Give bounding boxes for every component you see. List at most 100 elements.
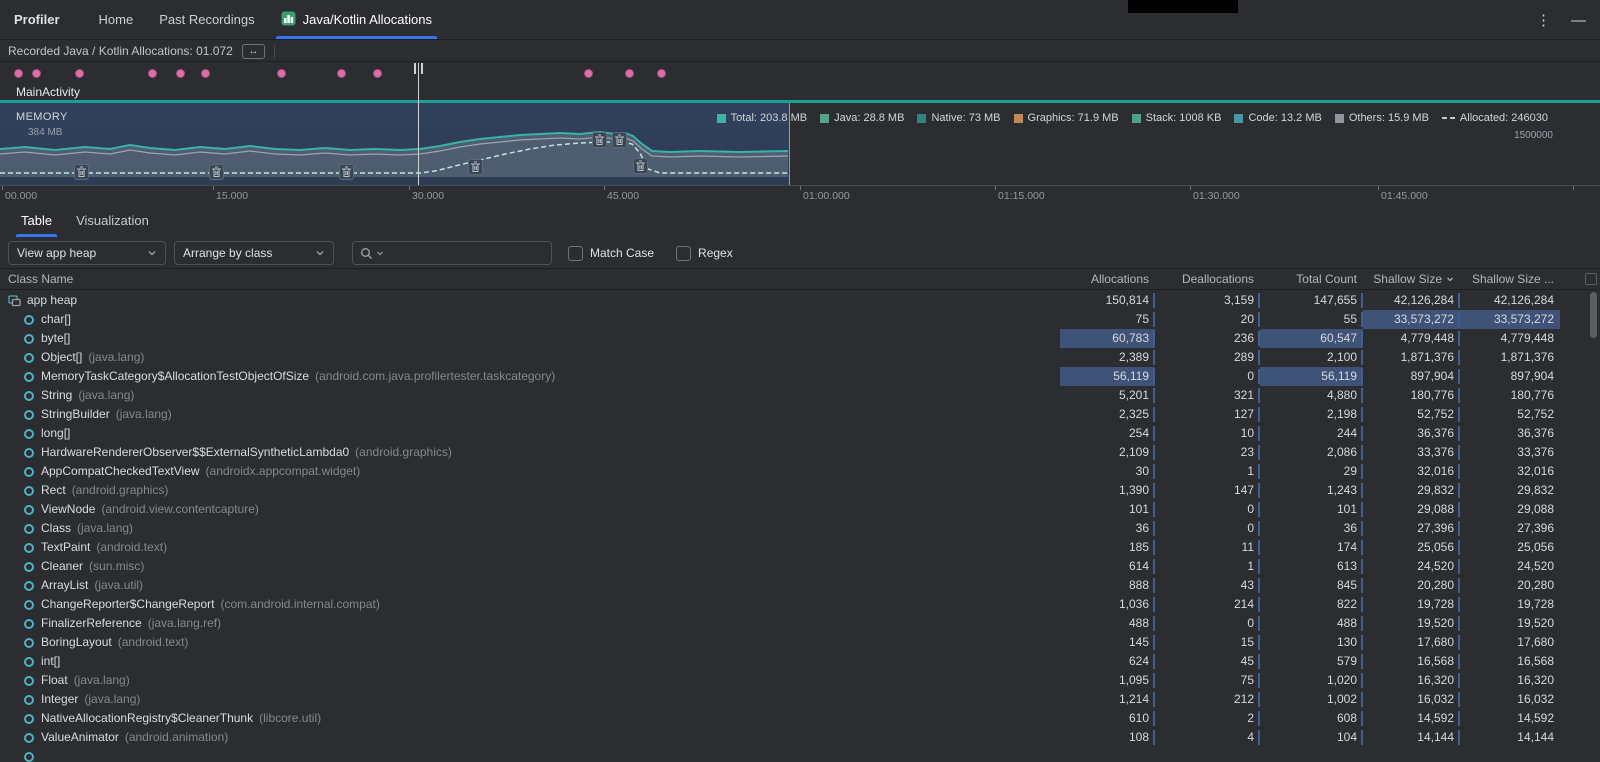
vertical-scrollbar[interactable] [1588,292,1599,758]
table-row[interactable]: AppCompatCheckedTextView(androidx.appcom… [0,462,1600,481]
table-row[interactable]: HardwareRendererObserver$$ExternalSynthe… [0,443,1600,462]
selection-start-line[interactable] [418,63,419,185]
table-row[interactable]: ViewNode(android.view.contentcapture)101… [0,500,1600,519]
tab-past-recordings[interactable]: Past Recordings [146,0,267,39]
table-row[interactable]: byte[]60,78323660,5474,779,4484,779,448 [0,329,1600,348]
column-shallow-size[interactable]: Shallow Size [1363,272,1460,286]
memory-chart[interactable] [0,103,790,185]
table-row[interactable]: StringBuilder(java.lang)2,3251272,19852,… [0,405,1600,424]
class-name-text: app heap [27,291,77,310]
selection-handle[interactable] [414,63,423,74]
view-tab-table[interactable]: Table [10,205,63,237]
scrollbar-thumb[interactable] [1590,292,1597,338]
table-row[interactable]: MemoryTaskCategory$AllocationTestObjectO… [0,367,1600,386]
class-name-text: AppCompatCheckedTextView [41,462,200,481]
table-row[interactable]: Cleaner(sun.misc)614161324,52024,520 [0,557,1600,576]
cell-total-count: 244 [1260,424,1363,443]
event-dot[interactable] [337,69,346,78]
table-row[interactable]: Integer(java.lang)1,2142121,00216,03216,… [0,690,1600,709]
cell-class-name: Class(java.lang) [0,519,1060,538]
table-row[interactable]: FinalizerReference(java.lang.ref)4880488… [0,614,1600,633]
event-dot[interactable] [75,69,84,78]
legend-swatch [1234,114,1243,123]
class-icon [22,447,35,459]
column-shallow-size-2[interactable]: Shallow Size ... [1460,272,1560,286]
class-icon [22,314,35,326]
event-dot[interactable] [277,69,286,78]
table-row[interactable]: Rect(android.graphics)1,3901471,24329,83… [0,481,1600,500]
heap-select[interactable]: View app heap [8,241,166,265]
match-case-checkbox[interactable] [568,246,583,261]
zoom-to-fit-icon[interactable]: ↔ [242,44,265,59]
cell-allocations: 36 [1060,519,1155,538]
cell-shallow-size-2: 14,144 [1460,728,1560,747]
column-allocations[interactable]: Allocations [1060,272,1155,286]
table-row[interactable]: TextPaint(android.text)1851117425,05625,… [0,538,1600,557]
tab-java-kotlin-allocations[interactable]: Java/Kotlin Allocations [268,0,445,39]
event-dot[interactable] [176,69,185,78]
cell-allocations: 101 [1060,500,1155,519]
event-dot[interactable] [14,69,23,78]
memory-selection-region[interactable]: MEMORY 384 MB [0,103,790,185]
table-row[interactable]: Object[](java.lang)2,3892892,1001,871,37… [0,348,1600,367]
tab-home[interactable]: Home [86,0,147,39]
class-name-text: String [41,386,72,405]
table-row[interactable]: app heap150,8143,159147,65542,126,28442,… [0,291,1600,310]
table-row[interactable]: char[]75205533,573,27233,573,272 [0,310,1600,329]
table-settings-icon[interactable] [1585,273,1597,285]
cell-allocations: 1,095 [1060,671,1155,690]
cell-class-name: int[] [0,652,1060,671]
kebab-menu-icon[interactable]: ⋮ [1536,11,1551,29]
legend-label: Native: 73 MB [931,112,1000,124]
cell-class-name: MemoryTaskCategory$AllocationTestObjectO… [0,367,1060,386]
cell-shallow-size-2: 36,376 [1460,424,1560,443]
table-row[interactable]: ChangeReporter$ChangeReport(com.android.… [0,595,1600,614]
cell-total-count: 130 [1260,633,1363,652]
regex-checkbox[interactable] [676,246,691,261]
event-dot[interactable] [657,69,666,78]
event-dot[interactable] [148,69,157,78]
view-tab-visualization[interactable]: Visualization [65,205,160,237]
event-dot[interactable] [373,69,382,78]
event-dot[interactable] [201,69,210,78]
event-dot[interactable] [32,69,41,78]
cell-allocations: 254 [1060,424,1155,443]
cell-class-name: long[] [0,424,1060,443]
axis-label: 01:30.000 [1193,190,1240,202]
search-input[interactable] [387,246,544,260]
cell-shallow-size-2: 25,056 [1460,538,1560,557]
table-row[interactable]: int[]6244557916,56816,568 [0,652,1600,671]
table-row-partial[interactable] [0,747,1600,762]
class-icon [22,637,35,649]
table-row[interactable]: Class(java.lang)3603627,39627,396 [0,519,1600,538]
match-case-option[interactable]: Match Case [568,246,654,261]
table-row[interactable]: BoringLayout(android.text)1451513017,680… [0,633,1600,652]
column-deallocations[interactable]: Deallocations [1155,272,1260,286]
event-dot[interactable] [584,69,593,78]
package-text: (java.lang) [78,386,134,405]
table-row[interactable]: long[]2541024436,37636,376 [0,424,1600,443]
class-icon [22,751,35,762]
class-name-text: Class [41,519,71,538]
cell-total-count: 101 [1260,500,1363,519]
search-field[interactable] [352,241,552,265]
axis-tick [213,186,214,190]
search-history-chevron-icon[interactable] [376,249,384,257]
cell-total-count: 579 [1260,652,1363,671]
table-row[interactable]: ArrayList(java.util)8884384520,28020,280 [0,576,1600,595]
table-row[interactable]: Float(java.lang)1,095751,02016,32016,320 [0,671,1600,690]
table-row[interactable]: NativeAllocationRegistry$CleanerThunk(li… [0,709,1600,728]
column-class-name[interactable]: Class Name [0,272,1060,286]
table-row[interactable]: ValueAnimator(android.animation)10841041… [0,728,1600,747]
event-dot[interactable] [625,69,634,78]
minimize-icon[interactable]: — [1571,12,1586,29]
regex-option[interactable]: Regex [676,246,733,261]
class-name-text: ChangeReporter$ChangeReport [41,595,214,614]
arrange-select[interactable]: Arrange by class [174,241,334,265]
table-row[interactable]: String(java.lang)5,2013214,880180,776180… [0,386,1600,405]
cell-total-count: 29 [1260,462,1363,481]
gc-trash-icon [74,164,89,180]
column-total-count[interactable]: Total Count [1260,272,1363,286]
gc-trash-icon [633,158,648,174]
cell-deallocations: 2 [1155,709,1260,728]
